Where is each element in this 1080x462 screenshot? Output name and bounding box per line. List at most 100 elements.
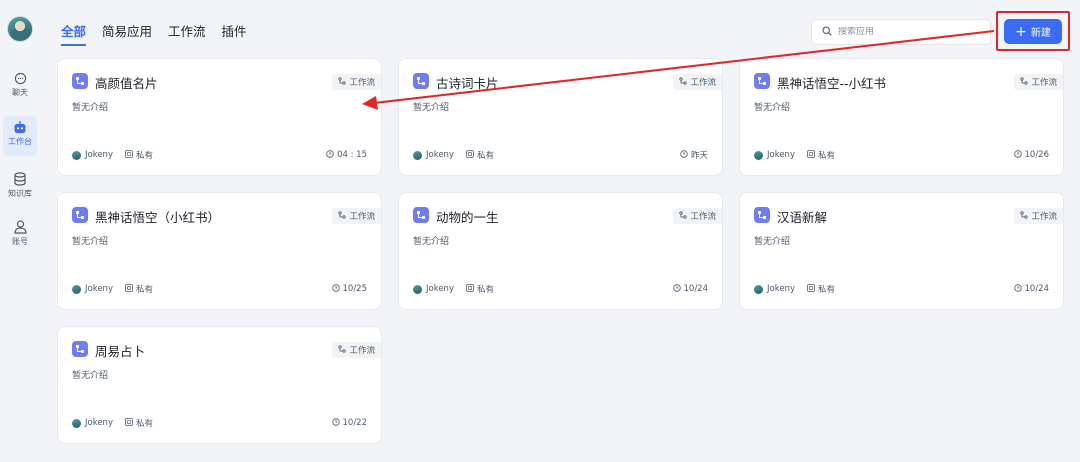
workflow-icon [338, 210, 347, 222]
author-name: Jokeny [767, 150, 795, 160]
app-card-footer: Jokeny 私有 10/24 [754, 283, 1049, 295]
app-type-badge: 工作流 [332, 74, 381, 90]
workflow-app-icon [754, 73, 770, 89]
app-card[interactable]: 古诗词卡片 工作流 暂无介绍 Jokeny 私有 昨天 [398, 58, 723, 176]
app-card-footer: Jokeny 私有 04 : 15 [72, 149, 367, 161]
workflow-app-icon [72, 207, 88, 223]
app-type-badge: 工作流 [1014, 208, 1063, 224]
app-card[interactable]: 周易占卜 工作流 暂无介绍 Jokeny 私有 10/22 [57, 326, 382, 444]
app-type-badge: 工作流 [673, 74, 722, 90]
app-card-title: 周易占卜 [95, 344, 146, 359]
lock-icon [807, 283, 815, 295]
robot-icon [13, 120, 27, 134]
workflow-app-icon [72, 73, 88, 89]
author-name: Jokeny [426, 150, 454, 160]
user-avatar-icon [413, 150, 422, 160]
app-card[interactable]: 黑神话悟空--小红书 工作流 暂无介绍 Jokeny 私有 10/26 [739, 58, 1064, 176]
updated-time: 10/22 [331, 417, 367, 429]
app-card-description: 暂无介绍 [72, 371, 109, 381]
sidebar-item-label: 知识库 [8, 189, 32, 198]
app-card[interactable]: 动物的一生 工作流 暂无介绍 Jokeny 私有 10/24 [398, 192, 723, 310]
app-card-footer: Jokeny 私有 10/25 [72, 283, 367, 295]
app-card[interactable]: 汉语新解 工作流 暂无介绍 Jokeny 私有 10/24 [739, 192, 1064, 310]
author-name: Jokeny [767, 284, 795, 294]
tab-plugin[interactable]: 插件 [222, 21, 247, 46]
database-icon [13, 172, 27, 186]
app-type-badge: 工作流 [673, 208, 722, 224]
lock-icon [466, 283, 474, 295]
search-box [811, 19, 991, 45]
visibility: 私有 [466, 149, 494, 161]
chat-icon [13, 71, 27, 85]
app-type-badge: 工作流 [332, 342, 381, 358]
visibility: 私有 [466, 283, 494, 295]
app-type-badge: 工作流 [1014, 74, 1063, 90]
author-name: Jokeny [426, 284, 454, 294]
user-avatar-icon [72, 284, 81, 294]
tab-simple-app[interactable]: 简易应用 [102, 21, 152, 46]
avatar[interactable] [7, 16, 33, 42]
app-card-description: 暂无介绍 [754, 237, 791, 247]
updated-time: 昨天 [680, 149, 708, 161]
sidebar-item-label: 工作台 [8, 137, 32, 146]
plus-icon: + [1015, 23, 1027, 40]
lock-icon [125, 417, 133, 429]
visibility: 私有 [125, 149, 153, 161]
author-name: Jokeny [85, 150, 113, 160]
user-avatar-icon [72, 418, 81, 428]
app-card-footer: Jokeny 私有 昨天 [413, 149, 708, 161]
lock-icon [807, 149, 815, 161]
tab-workflow[interactable]: 工作流 [168, 21, 206, 46]
workflow-icon [1020, 210, 1029, 222]
clock-icon [672, 283, 681, 295]
app-card-title: 汉语新解 [777, 210, 828, 225]
updated-time: 10/24 [672, 283, 708, 295]
author-name: Jokeny [85, 284, 113, 294]
app-card-description: 暂无介绍 [413, 103, 450, 113]
app-card-footer: Jokeny 私有 10/26 [754, 149, 1049, 161]
app-card-title: 黑神话悟空（小红书） [95, 210, 221, 225]
search-input[interactable] [838, 27, 968, 37]
updated-time: 10/25 [331, 283, 367, 295]
workflow-app-icon [413, 207, 429, 223]
app-card[interactable]: 黑神话悟空（小红书） 工作流 暂无介绍 Jokeny 私有 10/25 [57, 192, 382, 310]
user-icon [13, 220, 27, 234]
updated-time: 10/26 [1013, 149, 1049, 161]
app-card-footer: Jokeny 私有 10/22 [72, 417, 367, 429]
search-icon [822, 25, 832, 39]
clock-icon [680, 149, 688, 161]
lock-icon [125, 283, 133, 295]
sidebar-item-workbench[interactable]: 工作台 [0, 116, 40, 156]
app-card-description: 暂无介绍 [72, 103, 109, 113]
workflow-app-icon [754, 207, 770, 223]
workflow-app-icon [72, 341, 88, 357]
app-card-title: 高颜值名片 [95, 76, 158, 91]
category-tabs: 全部 简易应用 工作流 插件 [61, 21, 247, 46]
visibility: 私有 [807, 149, 835, 161]
sidebar-item-label: 账号 [12, 237, 28, 246]
app-type-badge: 工作流 [332, 208, 381, 224]
visibility: 私有 [125, 283, 153, 295]
sidebar-item-account[interactable]: 账号 [0, 220, 40, 247]
clock-icon [326, 149, 334, 161]
app-card[interactable]: 高颜值名片 工作流 暂无介绍 Jokeny 私有 04 : 15 [57, 58, 382, 176]
app-card-title: 动物的一生 [436, 210, 499, 225]
new-button[interactable]: + 新建 [1004, 19, 1062, 44]
user-avatar-icon [72, 150, 81, 160]
workflow-icon [338, 76, 347, 88]
sidebar-item-knowledge[interactable]: 知识库 [0, 172, 40, 199]
clock-icon [331, 283, 340, 295]
updated-time: 10/24 [1013, 283, 1049, 295]
workflow-icon [679, 210, 688, 222]
tab-all[interactable]: 全部 [61, 21, 87, 46]
clock-icon [331, 417, 340, 429]
new-button-label: 新建 [1030, 28, 1051, 39]
app-card-description: 暂无介绍 [413, 237, 450, 247]
user-avatar-icon [413, 284, 422, 294]
sidebar-item-label: 聊天 [12, 88, 28, 97]
workflow-icon [1020, 76, 1029, 88]
app-card-description: 暂无介绍 [72, 237, 109, 247]
lock-icon [466, 149, 474, 161]
sidebar-item-chat[interactable]: 聊天 [0, 71, 40, 98]
lock-icon [125, 149, 133, 161]
